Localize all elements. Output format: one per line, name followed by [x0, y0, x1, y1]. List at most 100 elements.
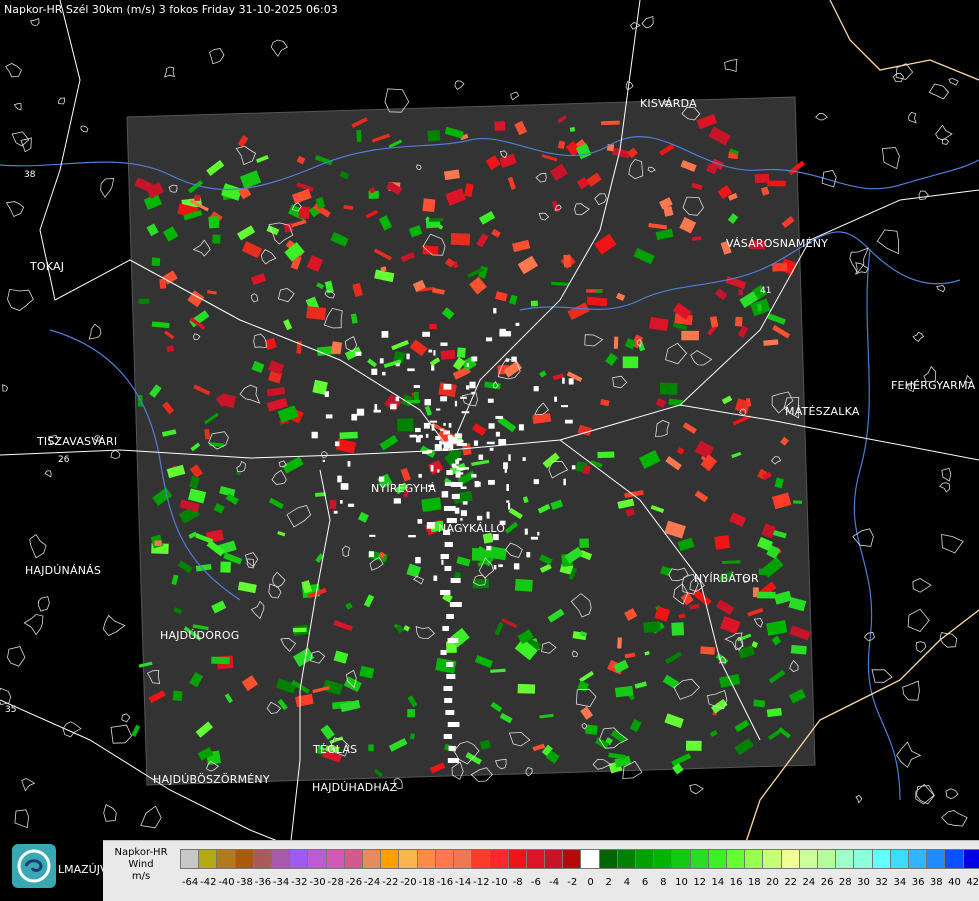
legend-swatch [453, 849, 473, 869]
legend-swatch [416, 849, 436, 869]
legend-tick: 26 [820, 877, 834, 888]
legend-swatch [471, 849, 491, 869]
legend-tick: -36 [254, 877, 272, 888]
town-hajdunanas: HAJDÚNÁNÁS [25, 564, 102, 577]
legend-swatch [544, 849, 564, 869]
legend-swatch [252, 849, 272, 869]
radar-map: 38 26 41 35 [0, 0, 979, 861]
town-nagykallo: NAGYKÁLLÓ [438, 522, 506, 535]
town-hajduhadhaz: HAJDÚHADHÁZ [312, 781, 398, 794]
road-label-r35: 35 [5, 705, 16, 715]
legend-swatch [671, 849, 691, 869]
legend-swatch [744, 849, 764, 869]
legend-swatch [216, 849, 236, 869]
legend-swatch [434, 849, 454, 869]
legend-tick: -34 [272, 877, 290, 888]
legend-swatch [507, 849, 527, 869]
map-title: Napkor-HR Szél 30km (m/s) 3 fokos Friday… [4, 3, 338, 16]
legend-tick: -28 [327, 877, 344, 888]
legend-swatch [798, 849, 818, 869]
legend-swatch [289, 849, 309, 869]
legend-tick: 18 [747, 877, 761, 888]
legend-swatch [398, 849, 418, 869]
legend-title-line: m/s [131, 871, 151, 882]
legend-tick: -20 [400, 877, 417, 888]
legend-swatch [853, 849, 873, 869]
legend-tick: -26 [345, 877, 363, 888]
legend-swatch [726, 849, 746, 869]
town-mateszalka: MÁTÉSZALKA [785, 405, 860, 418]
town-tiszavasvari: TISZAVASVÁRI [37, 435, 118, 448]
legend-swatch [380, 849, 400, 869]
legend-tick: 24 [802, 877, 816, 888]
town-kisvarda: KISVÁRDA [640, 97, 697, 110]
legend-title-line: Wind [128, 859, 154, 870]
legend-tick: 38 [929, 877, 943, 888]
legend-swatch [598, 849, 618, 869]
legend-tick: 42 [966, 877, 979, 888]
legend-tick: 0 [587, 877, 594, 888]
legend-tick: 22 [784, 877, 798, 888]
legend-swatch [871, 849, 891, 869]
legend-tick: -40 [218, 877, 235, 888]
legend-tick: 32 [875, 877, 889, 888]
legend-tick: 14 [711, 877, 725, 888]
legend-swatch [889, 849, 909, 869]
legend-swatch [489, 849, 509, 869]
legend-tick: 12 [693, 877, 707, 888]
legend-tick: -18 [418, 877, 435, 888]
town-hajdudorog: HAJDÚDOROG [160, 629, 240, 642]
wind-legend: Napkor-HR Wind m/s -64 -42 -40 -38 -36 -34 -32… [103, 840, 979, 901]
town-hajduboszormeny: HAJDÚBÖSZÖRMÉNY [153, 773, 270, 786]
town-nyiregyhaza: NYÍREGYHÁ [371, 482, 437, 495]
legend-tick: 8 [660, 877, 667, 888]
town-teglas: TÉGLÁS [313, 743, 358, 756]
legend-swatch [271, 849, 291, 869]
legend-swatch [198, 849, 218, 869]
legend-swatch [307, 849, 327, 869]
legend-tick: -16 [436, 877, 454, 888]
town-tokaj: TOKAJ [30, 260, 65, 273]
legend-swatch [325, 849, 345, 869]
legend-tick: -14 [454, 877, 472, 888]
legend-title-line: Napkor-HR [114, 847, 168, 858]
legend-swatch [562, 849, 582, 869]
legend-tick: 40 [948, 877, 961, 888]
legend-tick: 16 [729, 877, 743, 888]
legend-swatch [962, 849, 979, 869]
legend-swatch [926, 849, 946, 869]
legend-swatch [525, 849, 545, 869]
legend-tick: -38 [236, 877, 253, 888]
legend-swatch [180, 849, 200, 869]
legend-tick: -42 [200, 877, 217, 888]
legend-swatch [835, 849, 855, 869]
legend-swatch [908, 849, 928, 869]
legend-swatch [362, 849, 382, 869]
legend-swatch [616, 849, 636, 869]
legend-swatch [234, 849, 254, 869]
legend-tick: 34 [893, 877, 907, 888]
legend-tick: -30 [309, 877, 326, 888]
legend-swatch [580, 849, 600, 869]
legend-swatch [653, 849, 673, 869]
legend-tick: 10 [675, 877, 688, 888]
legend-tick: 6 [641, 877, 649, 888]
road-label-r26: 26 [58, 455, 70, 465]
legend-tick: 4 [623, 877, 631, 888]
legend-swatch [343, 849, 363, 869]
legend-swatch [944, 849, 964, 869]
legend-tick: 28 [838, 877, 852, 888]
legend-tick: -24 [363, 877, 381, 888]
legend-tick: 36 [911, 877, 925, 888]
logo-icon [12, 844, 56, 888]
town-fehergyarmat: FEHÉRGYARMA [891, 379, 976, 392]
legend-tick: -10 [491, 877, 508, 888]
legend-swatch [780, 849, 800, 869]
legend-title: Napkor-HR Wind m/s [103, 847, 179, 883]
legend-tick: -4 [549, 877, 560, 888]
legend-swatch [635, 849, 655, 869]
road-label-r41: 41 [760, 286, 771, 296]
town-nyirbator: NYÍRBÁTOR [694, 572, 759, 585]
legend-tick: 30 [857, 877, 870, 888]
legend-tick: -64 [181, 877, 199, 888]
